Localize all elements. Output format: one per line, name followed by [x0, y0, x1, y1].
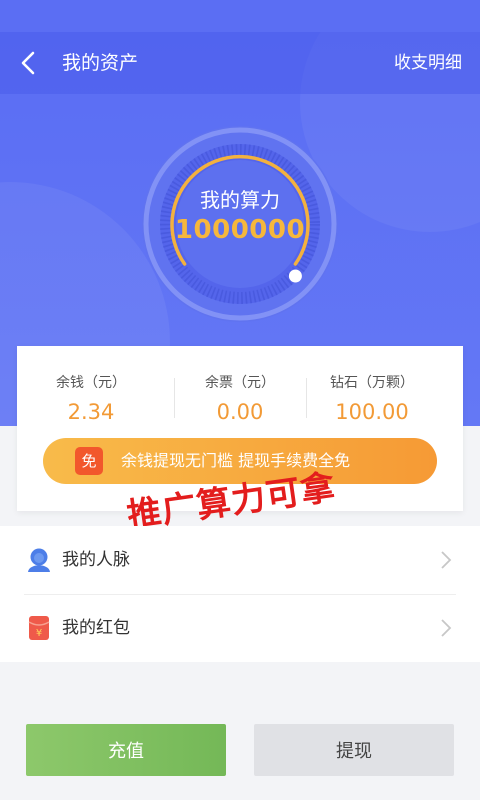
chevron-right-icon — [441, 551, 452, 569]
balance-money[interactable]: 余钱（元） 2.34 — [17, 372, 165, 424]
menu-item-label: 我的人脉 — [62, 550, 130, 570]
gauge-label: 我的算力 — [200, 188, 280, 212]
balance-money-value: 2.34 — [67, 400, 115, 424]
gauge-value: 1000000 — [174, 215, 306, 245]
menu-item-my-red-envelope[interactable]: ¥ 我的红包 — [0, 594, 480, 662]
back-button[interactable] — [12, 46, 46, 80]
menu-item-my-network[interactable]: 我的人脉 — [0, 526, 480, 594]
menu-item-label: 我的红包 — [62, 618, 130, 638]
balance-diamond[interactable]: 钻石（万颗） 100.00 — [298, 372, 446, 424]
bottom-action-bar: 充值 提现 — [0, 708, 480, 800]
balance-diamond-value: 100.00 — [335, 400, 409, 424]
balance-ticket-value: 0.00 — [216, 400, 264, 424]
page-title: 我的资产 — [62, 52, 139, 74]
top-nav-bar: 我的资产 收支明细 — [0, 32, 480, 94]
balance-ticket-label: 余票（元） — [205, 375, 275, 391]
chevron-left-icon — [21, 51, 35, 75]
people-icon — [28, 548, 50, 572]
red-envelope-icon: ¥ — [28, 616, 50, 640]
free-badge-icon: 免 — [75, 447, 103, 475]
balance-money-label: 余钱（元） — [56, 375, 126, 391]
svg-text:¥: ¥ — [36, 628, 42, 639]
chevron-right-icon — [441, 619, 452, 637]
withdraw-button[interactable]: 提现 — [254, 724, 454, 776]
gauge-knob — [288, 269, 302, 283]
menu-list: 我的人脉 ¥ 我的红包 — [0, 526, 480, 662]
recharge-button[interactable]: 充值 — [26, 724, 226, 776]
status-bar — [0, 0, 480, 32]
balance-diamond-label: 钻石（万颗） — [330, 375, 414, 391]
balance-ticket[interactable]: 余票（元） 0.00 — [166, 372, 314, 424]
income-expense-detail-link[interactable]: 收支明细 — [394, 32, 462, 94]
